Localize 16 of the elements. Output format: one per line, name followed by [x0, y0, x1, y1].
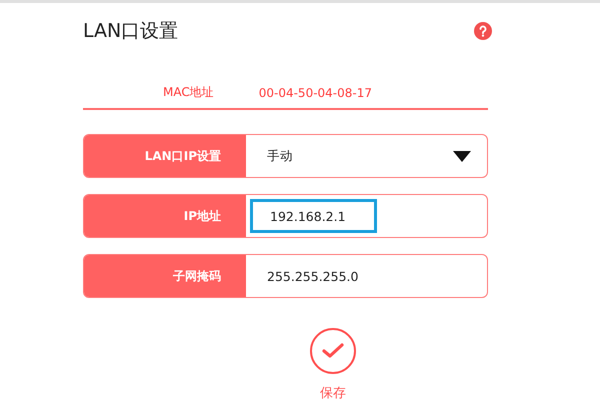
field-label: IP地址: [84, 195, 246, 237]
select-field[interactable]: LAN口IP设置 手动: [83, 134, 488, 178]
input-field[interactable]: 子网掩码 255.255.255.0: [83, 254, 488, 298]
page-title: LAN口设置: [83, 19, 178, 44]
input-field[interactable]: IP地址 192.168.2.1: [83, 194, 488, 238]
field-label: LAN口IP设置: [84, 135, 246, 177]
caret-icon[interactable]: [453, 150, 471, 162]
highlighted-value: 192.168.2.1: [250, 199, 377, 233]
mac-value: 00-04-50-04-08-17: [258, 86, 372, 100]
help-icon[interactable]: [474, 22, 492, 40]
check-icon: [322, 343, 344, 359]
field-value: 255.255.255.0: [267, 268, 358, 284]
field-label: 子网掩码: [84, 255, 246, 297]
save-button[interactable]: [310, 328, 356, 374]
field-value: 手动: [267, 148, 293, 164]
mac-label: MAC地址: [163, 84, 214, 101]
